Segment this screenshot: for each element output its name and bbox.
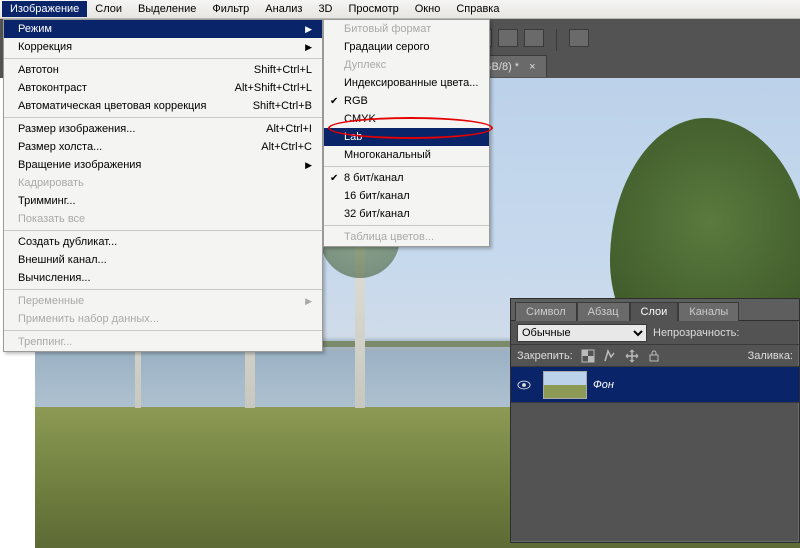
menu-autocontrast[interactable]: АвтоконтрастAlt+Shift+Ctrl+L: [4, 79, 322, 97]
opacity-label: Непрозрачность:: [653, 327, 739, 339]
tab-layers[interactable]: Слои: [630, 302, 679, 321]
menu-mode[interactable]: Режим▶: [4, 20, 322, 38]
menu-reveal-all: Показать все: [4, 210, 322, 228]
menu-item-filter[interactable]: Фильтр: [204, 1, 257, 17]
lock-pixels-icon[interactable]: [603, 349, 617, 363]
menu-trim[interactable]: Тримминг...: [4, 192, 322, 210]
mode-8bit[interactable]: ✔8 бит/канал: [324, 169, 489, 187]
lock-label: Закрепить:: [517, 350, 573, 362]
check-icon: ✔: [330, 173, 338, 184]
menu-image-size[interactable]: Размер изображения...Alt+Ctrl+I: [4, 120, 322, 138]
menu-item-layers[interactable]: Слои: [87, 1, 130, 17]
menu-item-view[interactable]: Просмотр: [341, 1, 407, 17]
mode-32bit[interactable]: 32 бит/канал: [324, 205, 489, 223]
menu-separator: [4, 330, 322, 331]
menu-autotone[interactable]: АвтотонShift+Ctrl+L: [4, 61, 322, 79]
menu-duplicate[interactable]: Создать дубликат...: [4, 233, 322, 251]
menu-apply-image[interactable]: Внешний канал...: [4, 251, 322, 269]
layers-panel: Символ Абзац Слои Каналы Обычные Непрозр…: [510, 298, 800, 543]
tab-channels[interactable]: Каналы: [678, 302, 739, 321]
mode-bitmap: Битовый формат: [324, 20, 489, 38]
align-tool-2[interactable]: [498, 29, 518, 47]
lock-position-icon[interactable]: [625, 349, 639, 363]
chevron-right-icon: ▶: [302, 160, 312, 171]
menu-apply-dataset: Применить набор данных...: [4, 310, 322, 328]
menu-separator: [4, 289, 322, 290]
menu-image-rotation[interactable]: Вращение изображения▶: [4, 156, 322, 174]
tab-character[interactable]: Символ: [515, 302, 577, 321]
menu-separator: [324, 166, 489, 167]
align-tool-3[interactable]: [524, 29, 544, 47]
menu-crop: Кадрировать: [4, 174, 322, 192]
blend-mode-select[interactable]: Обычные: [517, 324, 647, 342]
layer-name[interactable]: Фон: [593, 379, 614, 391]
chevron-right-icon: ▶: [302, 24, 312, 35]
tab-paragraph[interactable]: Абзац: [577, 302, 630, 321]
close-icon[interactable]: ×: [529, 61, 535, 73]
layer-row[interactable]: Фон: [511, 367, 799, 403]
eye-icon: [517, 378, 531, 392]
lock-row: Закрепить: Заливка:: [511, 345, 799, 367]
menu-canvas-size[interactable]: Размер холста...Alt+Ctrl+C: [4, 138, 322, 156]
menu-item-window[interactable]: Окно: [407, 1, 449, 17]
mode-grayscale[interactable]: Градации серого: [324, 38, 489, 56]
menu-item-image[interactable]: Изображение: [2, 1, 87, 17]
menu-separator: [324, 225, 489, 226]
mode-multichannel[interactable]: Многоканальный: [324, 146, 489, 164]
mode-cmyk[interactable]: CMYK: [324, 110, 489, 128]
mode-color-table: Таблица цветов...: [324, 228, 489, 246]
mode-submenu: Битовый формат Градации серого Дуплекс И…: [323, 19, 490, 247]
layer-visibility-toggle[interactable]: [511, 378, 537, 392]
menu-autocolor[interactable]: Автоматическая цветовая коррекцияShift+C…: [4, 97, 322, 115]
fill-label: Заливка:: [748, 350, 793, 362]
layers-list: Фон: [511, 367, 799, 403]
menu-trap: Треппинг...: [4, 333, 322, 351]
chevron-right-icon: ▶: [302, 296, 312, 307]
menu-calculations[interactable]: Вычисления...: [4, 269, 322, 287]
lock-transparency-icon[interactable]: [581, 349, 595, 363]
toolbar-separator: [556, 29, 557, 51]
panel-tabs: Символ Абзац Слои Каналы: [511, 299, 799, 321]
mode-16bit[interactable]: 16 бит/канал: [324, 187, 489, 205]
check-icon: ✔: [330, 96, 338, 107]
menu-adjustments[interactable]: Коррекция▶: [4, 38, 322, 56]
mode-indexed[interactable]: Индексированные цвета...: [324, 74, 489, 92]
menu-variables: Переменные▶: [4, 292, 322, 310]
align-tool-4[interactable]: [569, 29, 589, 47]
lock-all-icon[interactable]: [647, 349, 661, 363]
menu-item-selection[interactable]: Выделение: [130, 1, 204, 17]
menu-separator: [4, 58, 322, 59]
layer-options-row: Обычные Непрозрачность:: [511, 321, 799, 345]
menu-item-help[interactable]: Справка: [448, 1, 507, 17]
menu-separator: [4, 117, 322, 118]
image-menu-dropdown: Режим▶ Коррекция▶ АвтотонShift+Ctrl+L Ав…: [3, 19, 323, 352]
mode-lab[interactable]: Lab: [324, 128, 489, 146]
menubar: Изображение Слои Выделение Фильтр Анализ…: [0, 0, 800, 19]
menu-separator: [4, 230, 322, 231]
mode-rgb[interactable]: ✔RGB: [324, 92, 489, 110]
menu-item-3d[interactable]: 3D: [310, 1, 340, 17]
mode-duotone: Дуплекс: [324, 56, 489, 74]
menu-item-analysis[interactable]: Анализ: [257, 1, 310, 17]
chevron-right-icon: ▶: [302, 42, 312, 53]
layer-thumbnail[interactable]: [543, 371, 587, 399]
